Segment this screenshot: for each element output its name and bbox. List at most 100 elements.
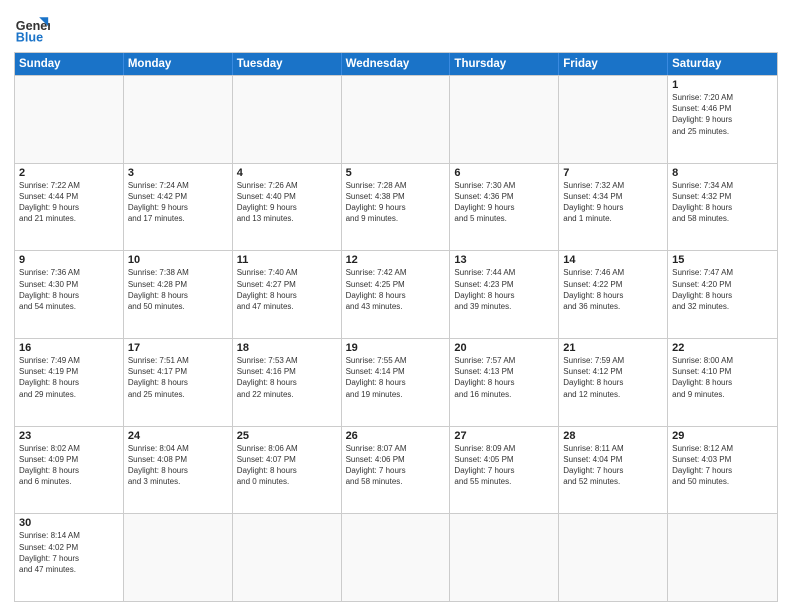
calendar-cell: 26Sunrise: 8:07 AM Sunset: 4:06 PM Dayli… [342, 427, 451, 514]
cell-date: 8 [672, 167, 773, 179]
day-header: Wednesday [342, 53, 451, 75]
calendar-cell: 14Sunrise: 7:46 AM Sunset: 4:22 PM Dayli… [559, 251, 668, 338]
calendar-cell: 8Sunrise: 7:34 AM Sunset: 4:32 PM Daylig… [668, 164, 777, 251]
calendar-cell: 29Sunrise: 8:12 AM Sunset: 4:03 PM Dayli… [668, 427, 777, 514]
calendar-cell: 10Sunrise: 7:38 AM Sunset: 4:28 PM Dayli… [124, 251, 233, 338]
cell-date: 22 [672, 342, 773, 354]
cell-info: Sunrise: 8:06 AM Sunset: 4:07 PM Dayligh… [237, 443, 337, 488]
weeks: 1Sunrise: 7:20 AM Sunset: 4:46 PM Daylig… [15, 75, 777, 601]
cell-date: 30 [19, 517, 119, 529]
calendar-cell: 15Sunrise: 7:47 AM Sunset: 4:20 PM Dayli… [668, 251, 777, 338]
calendar-cell [124, 76, 233, 163]
day-header: Friday [559, 53, 668, 75]
cell-date: 2 [19, 167, 119, 179]
cell-info: Sunrise: 8:02 AM Sunset: 4:09 PM Dayligh… [19, 443, 119, 488]
calendar-cell: 19Sunrise: 7:55 AM Sunset: 4:14 PM Dayli… [342, 339, 451, 426]
calendar-cell: 23Sunrise: 8:02 AM Sunset: 4:09 PM Dayli… [15, 427, 124, 514]
week-row: 30Sunrise: 8:14 AM Sunset: 4:02 PM Dayli… [15, 513, 777, 601]
cell-date: 10 [128, 254, 228, 266]
calendar-cell [342, 514, 451, 601]
day-headers: SundayMondayTuesdayWednesdayThursdayFrid… [15, 53, 777, 75]
calendar-cell [124, 514, 233, 601]
calendar-cell: 24Sunrise: 8:04 AM Sunset: 4:08 PM Dayli… [124, 427, 233, 514]
cell-date: 26 [346, 430, 446, 442]
day-header: Sunday [15, 53, 124, 75]
cell-info: Sunrise: 7:55 AM Sunset: 4:14 PM Dayligh… [346, 355, 446, 400]
cell-date: 18 [237, 342, 337, 354]
day-header: Saturday [668, 53, 777, 75]
cell-info: Sunrise: 8:11 AM Sunset: 4:04 PM Dayligh… [563, 443, 663, 488]
calendar-cell: 18Sunrise: 7:53 AM Sunset: 4:16 PM Dayli… [233, 339, 342, 426]
cell-date: 21 [563, 342, 663, 354]
week-row: 16Sunrise: 7:49 AM Sunset: 4:19 PM Dayli… [15, 338, 777, 426]
cell-date: 23 [19, 430, 119, 442]
cell-date: 25 [237, 430, 337, 442]
cell-info: Sunrise: 7:53 AM Sunset: 4:16 PM Dayligh… [237, 355, 337, 400]
calendar-cell: 12Sunrise: 7:42 AM Sunset: 4:25 PM Dayli… [342, 251, 451, 338]
calendar-cell: 2Sunrise: 7:22 AM Sunset: 4:44 PM Daylig… [15, 164, 124, 251]
cell-info: Sunrise: 7:40 AM Sunset: 4:27 PM Dayligh… [237, 267, 337, 312]
calendar-cell: 9Sunrise: 7:36 AM Sunset: 4:30 PM Daylig… [15, 251, 124, 338]
cell-info: Sunrise: 7:36 AM Sunset: 4:30 PM Dayligh… [19, 267, 119, 312]
cell-date: 19 [346, 342, 446, 354]
cell-date: 3 [128, 167, 228, 179]
day-header: Monday [124, 53, 233, 75]
calendar-cell [15, 76, 124, 163]
calendar-cell: 17Sunrise: 7:51 AM Sunset: 4:17 PM Dayli… [124, 339, 233, 426]
cell-info: Sunrise: 8:00 AM Sunset: 4:10 PM Dayligh… [672, 355, 773, 400]
cell-date: 15 [672, 254, 773, 266]
calendar-cell: 22Sunrise: 8:00 AM Sunset: 4:10 PM Dayli… [668, 339, 777, 426]
svg-text:Blue: Blue [16, 31, 43, 45]
calendar-cell: 11Sunrise: 7:40 AM Sunset: 4:27 PM Dayli… [233, 251, 342, 338]
cell-date: 6 [454, 167, 554, 179]
calendar-cell: 20Sunrise: 7:57 AM Sunset: 4:13 PM Dayli… [450, 339, 559, 426]
calendar-cell [342, 76, 451, 163]
cell-info: Sunrise: 7:42 AM Sunset: 4:25 PM Dayligh… [346, 267, 446, 312]
cell-date: 20 [454, 342, 554, 354]
calendar-cell [668, 514, 777, 601]
calendar-cell: 13Sunrise: 7:44 AM Sunset: 4:23 PM Dayli… [450, 251, 559, 338]
cell-info: Sunrise: 8:09 AM Sunset: 4:05 PM Dayligh… [454, 443, 554, 488]
cell-info: Sunrise: 7:51 AM Sunset: 4:17 PM Dayligh… [128, 355, 228, 400]
cell-info: Sunrise: 7:44 AM Sunset: 4:23 PM Dayligh… [454, 267, 554, 312]
cell-info: Sunrise: 7:20 AM Sunset: 4:46 PM Dayligh… [672, 92, 773, 137]
calendar-cell [233, 76, 342, 163]
cell-info: Sunrise: 7:22 AM Sunset: 4:44 PM Dayligh… [19, 180, 119, 225]
cell-date: 27 [454, 430, 554, 442]
cell-info: Sunrise: 7:28 AM Sunset: 4:38 PM Dayligh… [346, 180, 446, 225]
cell-info: Sunrise: 7:34 AM Sunset: 4:32 PM Dayligh… [672, 180, 773, 225]
week-row: 1Sunrise: 7:20 AM Sunset: 4:46 PM Daylig… [15, 75, 777, 163]
calendar-cell: 3Sunrise: 7:24 AM Sunset: 4:42 PM Daylig… [124, 164, 233, 251]
logo: General Blue [14, 10, 50, 46]
cell-info: Sunrise: 8:14 AM Sunset: 4:02 PM Dayligh… [19, 530, 119, 575]
cell-info: Sunrise: 8:12 AM Sunset: 4:03 PM Dayligh… [672, 443, 773, 488]
cell-date: 28 [563, 430, 663, 442]
cell-info: Sunrise: 7:32 AM Sunset: 4:34 PM Dayligh… [563, 180, 663, 225]
cell-info: Sunrise: 8:07 AM Sunset: 4:06 PM Dayligh… [346, 443, 446, 488]
calendar-cell [450, 76, 559, 163]
cell-date: 12 [346, 254, 446, 266]
header: General Blue [14, 10, 778, 46]
calendar-cell: 27Sunrise: 8:09 AM Sunset: 4:05 PM Dayli… [450, 427, 559, 514]
cell-date: 24 [128, 430, 228, 442]
cell-date: 13 [454, 254, 554, 266]
cell-info: Sunrise: 7:30 AM Sunset: 4:36 PM Dayligh… [454, 180, 554, 225]
cell-date: 14 [563, 254, 663, 266]
calendar-cell [559, 76, 668, 163]
cell-info: Sunrise: 7:26 AM Sunset: 4:40 PM Dayligh… [237, 180, 337, 225]
cell-info: Sunrise: 7:24 AM Sunset: 4:42 PM Dayligh… [128, 180, 228, 225]
page: General Blue SundayMondayTuesdayWednesda… [0, 0, 792, 612]
cell-date: 7 [563, 167, 663, 179]
cell-date: 16 [19, 342, 119, 354]
cell-date: 4 [237, 167, 337, 179]
day-header: Tuesday [233, 53, 342, 75]
week-row: 2Sunrise: 7:22 AM Sunset: 4:44 PM Daylig… [15, 163, 777, 251]
cell-date: 1 [672, 79, 773, 91]
calendar-cell [559, 514, 668, 601]
cell-date: 5 [346, 167, 446, 179]
cell-info: Sunrise: 7:57 AM Sunset: 4:13 PM Dayligh… [454, 355, 554, 400]
calendar-cell [450, 514, 559, 601]
calendar-cell: 16Sunrise: 7:49 AM Sunset: 4:19 PM Dayli… [15, 339, 124, 426]
cell-info: Sunrise: 7:47 AM Sunset: 4:20 PM Dayligh… [672, 267, 773, 312]
cell-date: 11 [237, 254, 337, 266]
